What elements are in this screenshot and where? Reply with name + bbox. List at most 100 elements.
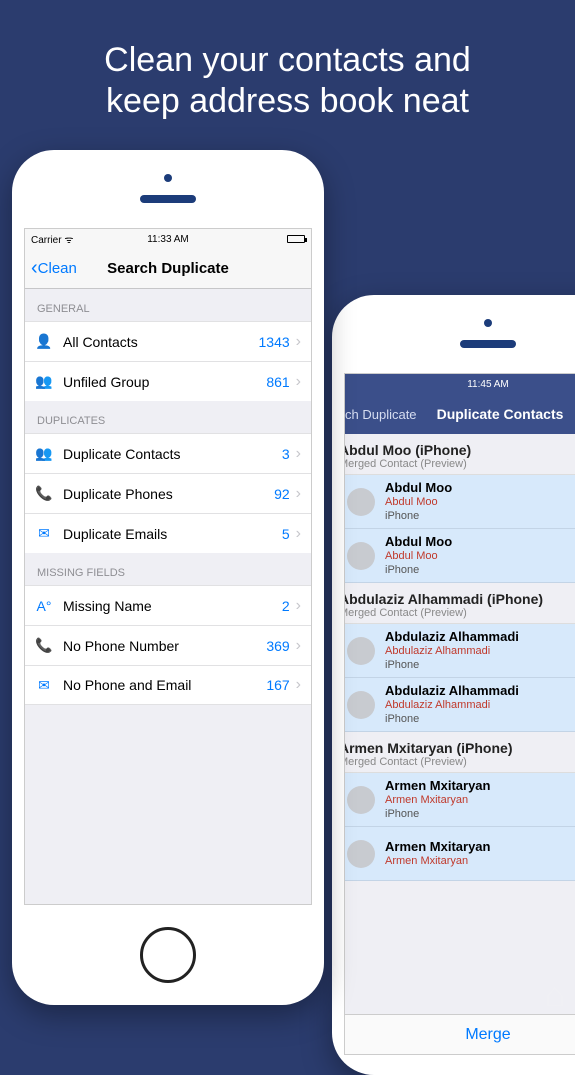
back-button[interactable]: ch Duplicate bbox=[345, 407, 417, 422]
row-label: Duplicate Emails bbox=[63, 526, 282, 542]
section-header-missing: MISSING FIELDS bbox=[25, 553, 311, 585]
nav-title: Search Duplicate bbox=[107, 260, 229, 277]
contact-device: iPhone bbox=[385, 564, 575, 578]
row-unfiled-group[interactable]: 👥 Unfiled Group 861 › bbox=[25, 361, 311, 401]
row-all-contacts[interactable]: 👤 All Contacts 1343 › bbox=[25, 321, 311, 361]
back-button[interactable]: ‹ Clean bbox=[31, 257, 77, 280]
contact-device: iPhone bbox=[385, 713, 575, 727]
row-label: No Phone Number bbox=[63, 638, 266, 654]
email-icon: ✉ bbox=[35, 525, 53, 542]
contact-name: Abdul Moo bbox=[385, 480, 575, 496]
chevron-right-icon: › bbox=[296, 676, 301, 694]
missing-name-icon: A° bbox=[35, 598, 53, 614]
phone-speaker bbox=[140, 195, 196, 203]
row-label: Missing Name bbox=[63, 598, 282, 614]
row-label: Unfiled Group bbox=[63, 374, 266, 390]
group-subtitle: Merged Contact (Preview) bbox=[344, 756, 575, 768]
contact-device: iPhone bbox=[385, 808, 575, 822]
group-title: Abdul Moo (iPhone) bbox=[344, 442, 575, 458]
row-count: 3 bbox=[282, 446, 290, 462]
no-phone-icon: 📞 bbox=[35, 637, 53, 654]
home-button[interactable] bbox=[140, 927, 196, 983]
person-icon: 👤 bbox=[35, 333, 53, 350]
row-count: 2 bbox=[282, 598, 290, 614]
contact-row[interactable]: Abdulaziz AlhammadiAbdulaziz AlhammadiiP… bbox=[344, 678, 575, 732]
contact-row[interactable]: Armen MxitaryanArmen MxitaryaniPhone› bbox=[344, 773, 575, 827]
section-header-duplicates: DUPLICATES bbox=[25, 401, 311, 433]
contact-subtitle: Abdul Moo bbox=[385, 550, 575, 564]
row-no-phone-email[interactable]: ✉ No Phone and Email 167 › bbox=[25, 665, 311, 705]
no-email-icon: ✉ bbox=[35, 677, 53, 694]
avatar bbox=[347, 488, 375, 516]
duplicate-group-header[interactable]: Armen Mxitaryan (iPhone)Merged Contact (… bbox=[344, 732, 575, 773]
contact-row[interactable]: Abdul MooAbdul MooiPhone› bbox=[344, 475, 575, 529]
marketing-headline: Clean your contacts and keep address boo… bbox=[0, 0, 575, 152]
contact-subtitle: Armen Mxitaryan bbox=[385, 794, 575, 808]
chevron-right-icon: › bbox=[296, 485, 301, 503]
contact-name: Armen Mxitaryan bbox=[385, 839, 575, 855]
row-label: Duplicate Contacts bbox=[63, 446, 282, 462]
row-count: 861 bbox=[266, 374, 289, 390]
watermark: ⌂ bbox=[544, 976, 565, 1015]
nav-title: Duplicate Contacts bbox=[437, 406, 564, 422]
row-label: No Phone and Email bbox=[63, 677, 266, 693]
battery-icon bbox=[287, 235, 305, 243]
contact-name: Abdulaziz Alhammadi bbox=[385, 629, 575, 645]
chevron-right-icon: › bbox=[296, 525, 301, 543]
contact-row[interactable]: Abdul MooAbdul MooiPhone› bbox=[344, 529, 575, 583]
row-duplicate-phones[interactable]: 📞 Duplicate Phones 92 › bbox=[25, 473, 311, 513]
phone-mockup-right: 11:45 AM ch Duplicate Duplicate Contacts… bbox=[332, 295, 575, 1075]
row-missing-name[interactable]: A° Missing Name 2 › bbox=[25, 585, 311, 625]
avatar bbox=[347, 786, 375, 814]
chevron-right-icon: › bbox=[296, 445, 301, 463]
avatar bbox=[347, 840, 375, 868]
row-count: 167 bbox=[266, 677, 289, 693]
merge-button[interactable]: Merge bbox=[345, 1014, 575, 1054]
chevron-right-icon: › bbox=[296, 637, 301, 655]
row-count: 369 bbox=[266, 638, 289, 654]
contact-row[interactable]: Armen MxitaryanArmen Mxitaryan› bbox=[344, 827, 575, 881]
section-header-general: GENERAL bbox=[25, 289, 311, 321]
group-title: Armen Mxitaryan (iPhone) bbox=[344, 740, 575, 756]
screen-right: 11:45 AM ch Duplicate Duplicate Contacts… bbox=[344, 373, 575, 1055]
row-no-phone[interactable]: 📞 No Phone Number 369 › bbox=[25, 625, 311, 665]
phone-speaker bbox=[460, 340, 516, 348]
group-icon: 👥 bbox=[35, 373, 53, 390]
row-count: 92 bbox=[274, 486, 290, 502]
status-bar: Carrier ᯤ 11:33 AM bbox=[25, 229, 311, 249]
group-subtitle: Merged Contact (Preview) bbox=[344, 458, 575, 470]
contact-name: Armen Mxitaryan bbox=[385, 778, 575, 794]
contact-name: Abdulaziz Alhammadi bbox=[385, 683, 575, 699]
row-label: All Contacts bbox=[63, 334, 259, 350]
avatar bbox=[347, 637, 375, 665]
avatar bbox=[347, 542, 375, 570]
row-count: 5 bbox=[282, 526, 290, 542]
nav-bar: ch Duplicate Duplicate Contacts Edit bbox=[345, 394, 575, 434]
duplicate-group-header[interactable]: Abdul Moo (iPhone)Merged Contact (Previe… bbox=[344, 434, 575, 475]
phone-camera bbox=[484, 319, 492, 327]
chevron-right-icon: › bbox=[296, 597, 301, 615]
contact-subtitle: Abdul Moo bbox=[385, 496, 575, 510]
contact-subtitle: Abdulaziz Alhammadi bbox=[385, 699, 575, 713]
nav-bar: ‹ Clean Search Duplicate bbox=[25, 249, 311, 289]
contact-device: iPhone bbox=[385, 659, 575, 673]
group-title: Abdulaziz Alhammadi (iPhone) bbox=[344, 591, 575, 607]
contact-subtitle: Armen Mxitaryan bbox=[385, 855, 575, 869]
chevron-right-icon: › bbox=[296, 373, 301, 391]
contacts-dup-icon: 👥 bbox=[35, 445, 53, 462]
contact-row[interactable]: Abdulaziz AlhammadiAbdulaziz AlhammadiiP… bbox=[344, 624, 575, 678]
row-count: 1343 bbox=[259, 334, 290, 350]
contact-name: Abdul Moo bbox=[385, 534, 575, 550]
row-duplicate-contacts[interactable]: 👥 Duplicate Contacts 3 › bbox=[25, 433, 311, 473]
duplicate-group-header[interactable]: Abdulaziz Alhammadi (iPhone)Merged Conta… bbox=[344, 583, 575, 624]
phone-icon: 📞 bbox=[35, 485, 53, 502]
contact-subtitle: Abdulaziz Alhammadi bbox=[385, 645, 575, 659]
avatar bbox=[347, 691, 375, 719]
screen-left: Carrier ᯤ 11:33 AM ‹ Clean Search Duplic… bbox=[24, 228, 312, 905]
chevron-right-icon: › bbox=[296, 333, 301, 351]
phone-mockup-left: Carrier ᯤ 11:33 AM ‹ Clean Search Duplic… bbox=[12, 150, 324, 1005]
row-label: Duplicate Phones bbox=[63, 486, 274, 502]
chevron-left-icon: ‹ bbox=[31, 257, 38, 280]
row-duplicate-emails[interactable]: ✉ Duplicate Emails 5 › bbox=[25, 513, 311, 553]
status-bar: 11:45 AM bbox=[345, 374, 575, 394]
